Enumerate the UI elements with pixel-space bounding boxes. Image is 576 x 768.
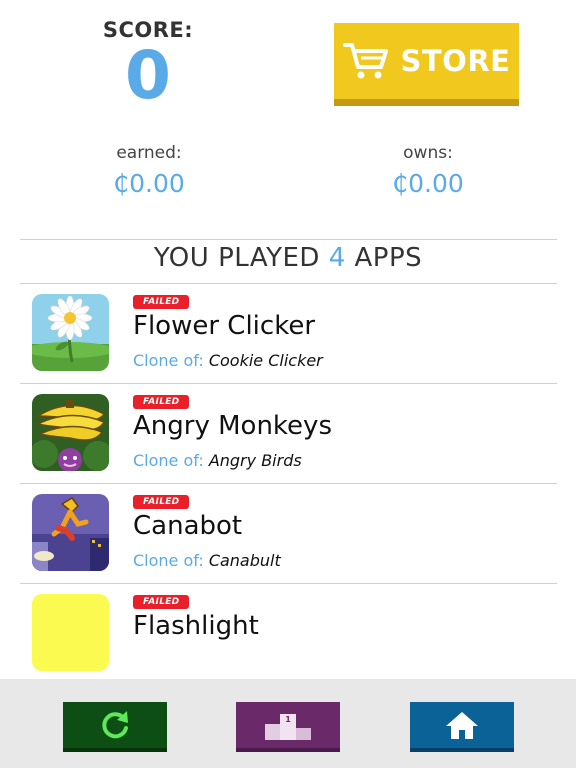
played-count: 4 bbox=[328, 243, 346, 273]
app-row-canabot[interactable]: FAILED Canabot Clone of: Canabult bbox=[20, 483, 557, 583]
failed-badge: FAILED bbox=[133, 295, 190, 309]
score-value: 0 bbox=[125, 37, 171, 114]
replay-button[interactable] bbox=[63, 702, 167, 752]
cart-icon bbox=[342, 43, 388, 79]
failed-badge: FAILED bbox=[133, 495, 190, 509]
app-row-flower-clicker[interactable]: FAILED Flower Clicker Clone of: Cookie C… bbox=[20, 283, 557, 383]
flower-icon bbox=[32, 294, 109, 371]
app-row-flashlight[interactable]: FAILED Flashlight bbox=[20, 583, 557, 683]
app-title: Flower Clicker bbox=[133, 311, 316, 341]
score-panel: SCORE: 0 bbox=[88, 18, 208, 114]
divider bbox=[20, 239, 557, 240]
clone-line: Clone of: Canabult bbox=[133, 551, 281, 570]
clone-name: Canabult bbox=[208, 551, 281, 570]
earned-value: ₵0.00 bbox=[113, 169, 185, 198]
failed-badge: FAILED bbox=[133, 395, 190, 409]
leaderboard-button[interactable]: 1 bbox=[236, 702, 340, 752]
bottom-nav-bar: 1 bbox=[0, 679, 576, 768]
clone-name: Angry Birds bbox=[208, 451, 302, 470]
clone-line: Clone of: Cookie Clicker bbox=[133, 351, 323, 370]
yellow-square-icon bbox=[32, 594, 109, 671]
clone-name: Cookie Clicker bbox=[208, 351, 323, 370]
clone-label: Clone of: bbox=[133, 451, 204, 470]
earned-label: earned: bbox=[116, 143, 182, 163]
bananas-icon bbox=[32, 394, 109, 471]
played-prefix: YOU PLAYED bbox=[153, 243, 320, 273]
store-button[interactable]: STORE bbox=[334, 23, 519, 106]
earned-stat: earned: ₵0.00 bbox=[69, 143, 229, 198]
owns-stat: owns: ₵0.00 bbox=[348, 143, 508, 198]
podium-rank: 1 bbox=[285, 715, 291, 724]
home-icon bbox=[446, 712, 478, 739]
app-title: Flashlight bbox=[133, 611, 259, 641]
store-label: STORE bbox=[400, 44, 511, 78]
failed-badge: FAILED bbox=[133, 595, 190, 609]
clone-label: Clone of: bbox=[133, 351, 204, 370]
owns-label: owns: bbox=[403, 143, 453, 163]
clone-line: Clone of: Angry Birds bbox=[133, 451, 302, 470]
podium-icon: 1 bbox=[265, 714, 311, 740]
clone-label: Clone of: bbox=[133, 551, 204, 570]
app-row-angry-monkeys[interactable]: FAILED Angry Monkeys Clone of: Angry Bir… bbox=[20, 383, 557, 483]
played-suffix: APPS bbox=[354, 243, 423, 273]
replay-icon bbox=[102, 711, 128, 739]
app-title: Canabot bbox=[133, 511, 243, 541]
app-title: Angry Monkeys bbox=[133, 411, 332, 441]
owns-value: ₵0.00 bbox=[392, 169, 464, 198]
played-header: YOU PLAYED 4 APPS bbox=[0, 243, 576, 273]
runner-icon bbox=[32, 494, 109, 571]
home-button[interactable] bbox=[410, 702, 514, 752]
